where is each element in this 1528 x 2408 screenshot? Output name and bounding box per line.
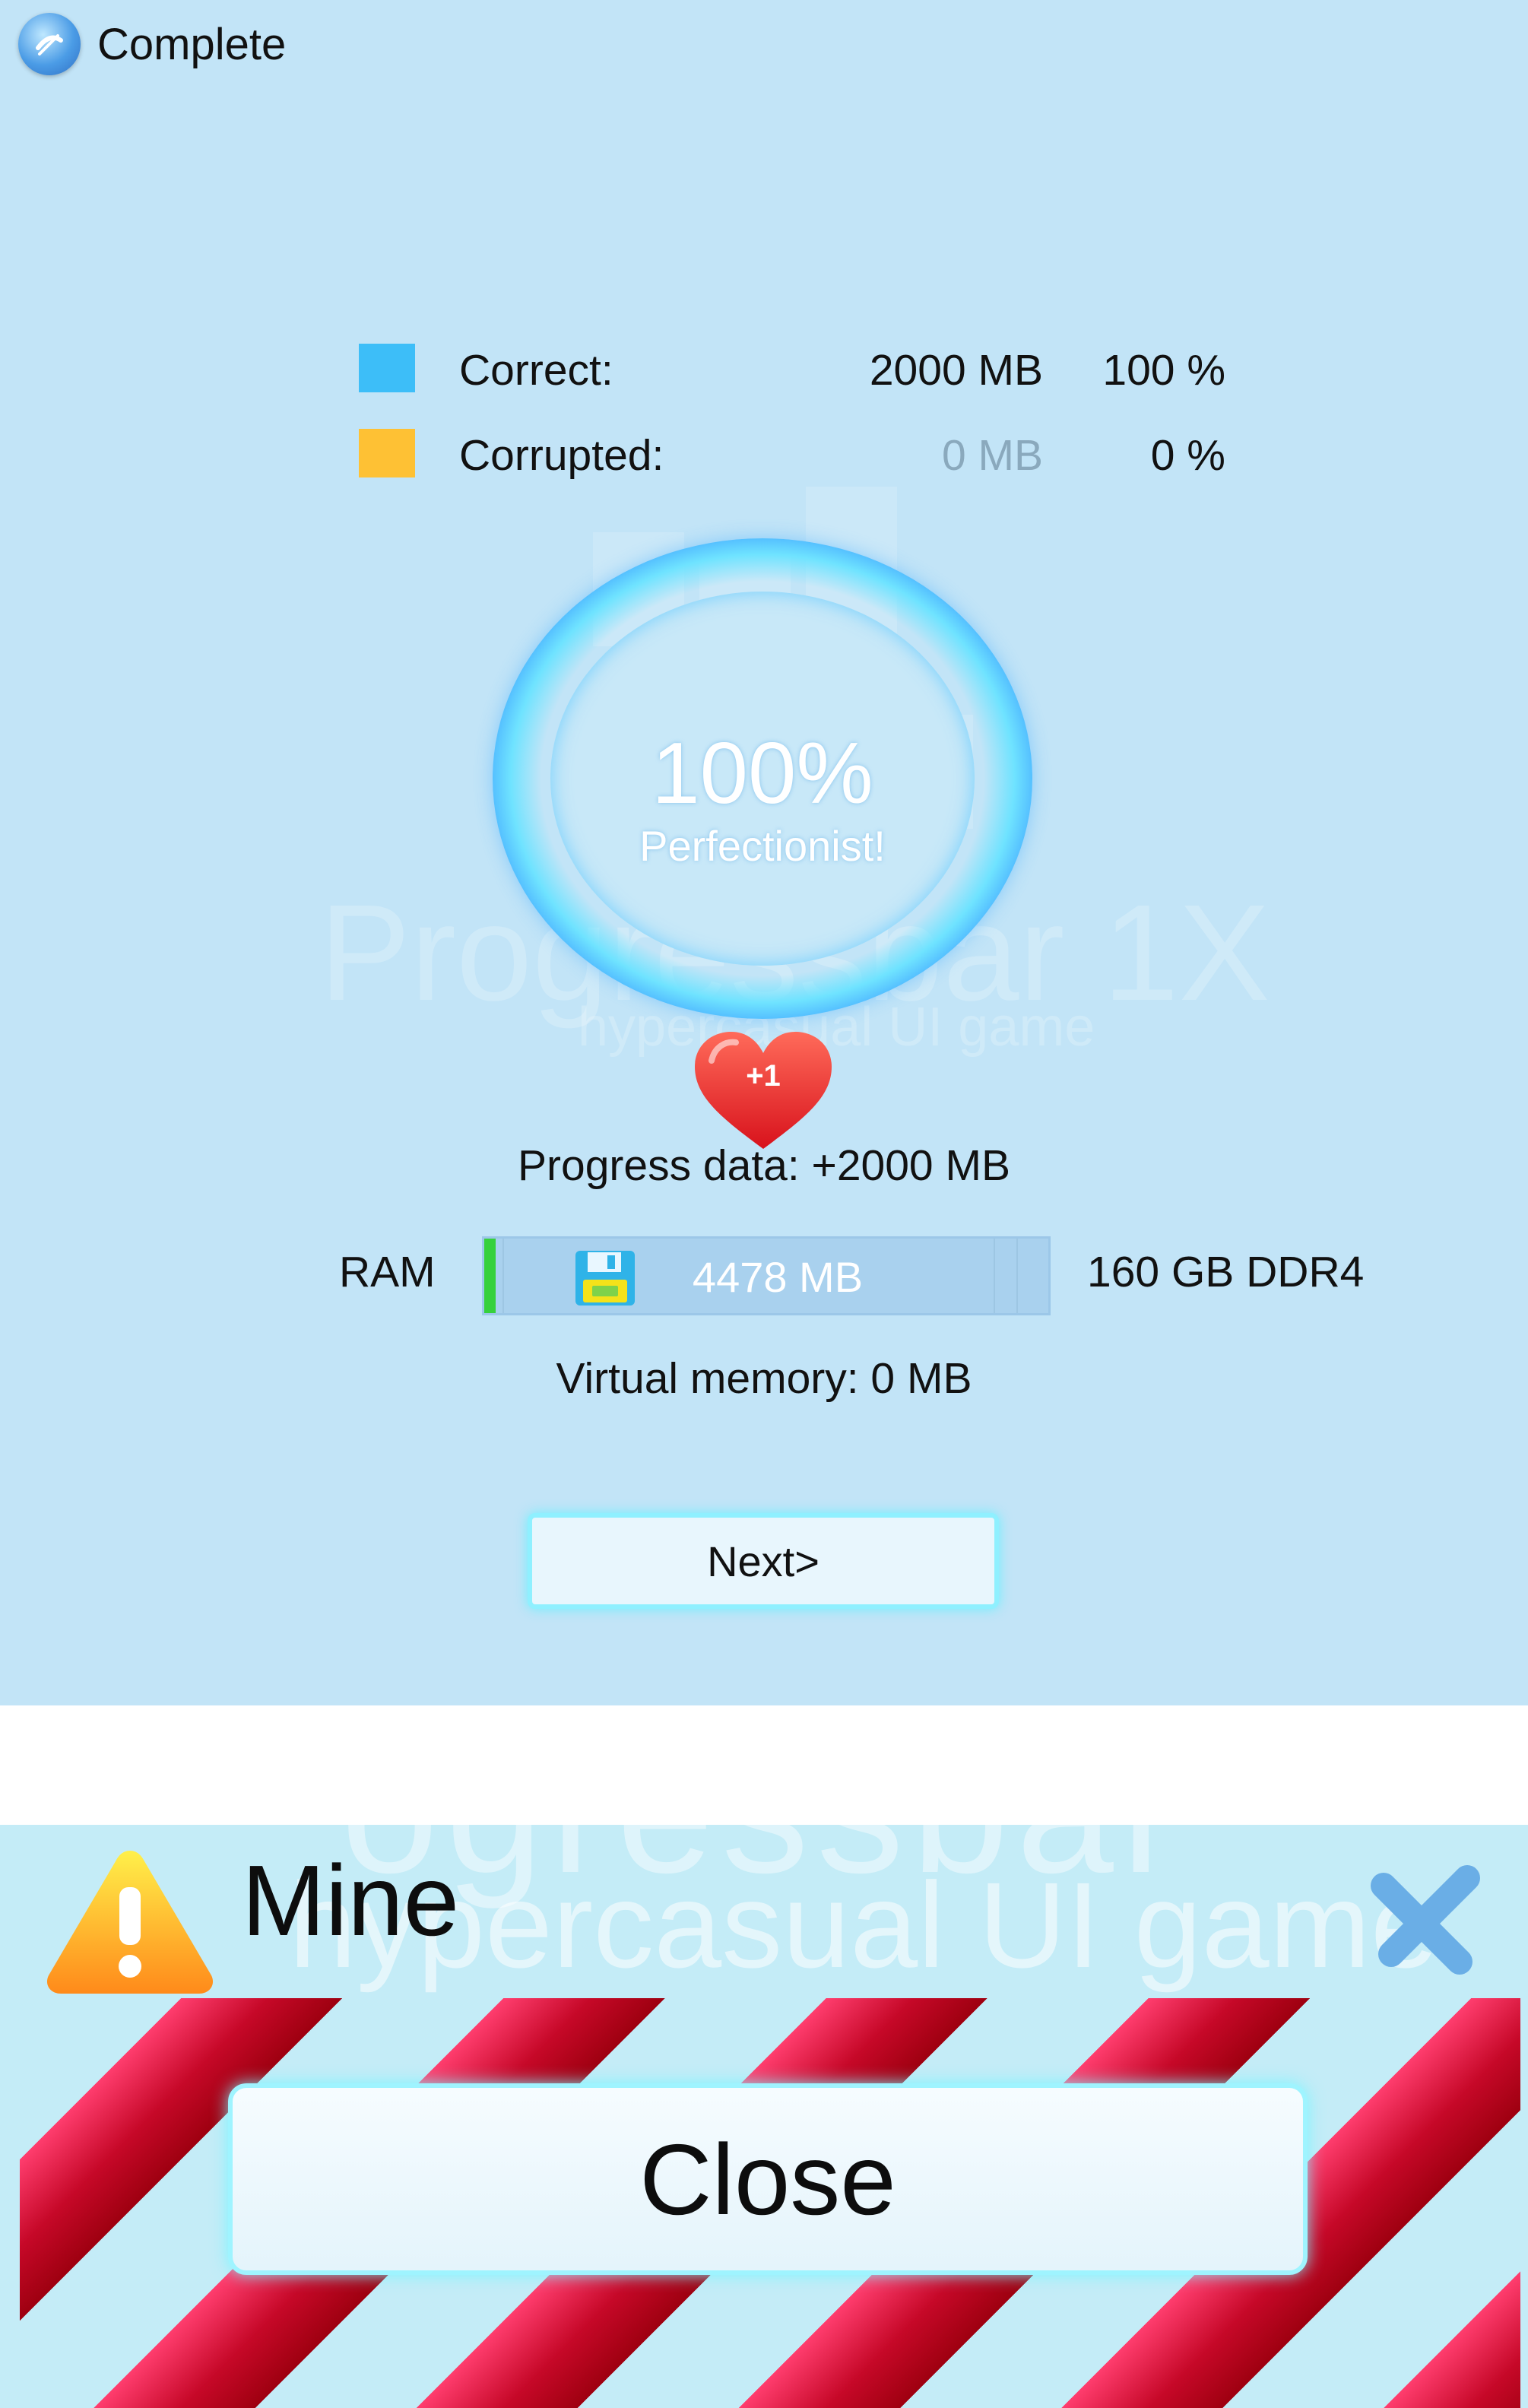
complete-window: Progressbar 1X hypercasual UI game Compl…	[0, 0, 1528, 1705]
legend-label: Correct:	[459, 346, 613, 395]
ram-label: RAM	[339, 1248, 436, 1296]
window-title: Complete	[97, 19, 287, 69]
ring-caption: Perfectionist!	[639, 822, 886, 870]
legend-swatch-correct	[359, 344, 415, 392]
ring-percent: 100%	[651, 725, 873, 822]
heart-badge-label: +1	[746, 1059, 781, 1093]
progress-data-text: Progress data: +2000 MB	[518, 1141, 1010, 1190]
close-button[interactable]: Close	[228, 2083, 1308, 2275]
legend-percent: 0 %	[1150, 431, 1225, 480]
next-button[interactable]: Next>	[528, 1513, 999, 1609]
close-icon[interactable]	[1361, 1855, 1490, 1984]
title-bar: Complete	[18, 13, 287, 75]
warning-icon	[46, 1851, 214, 1994]
mine-window-title: Mine	[242, 1845, 460, 1956]
legend-size: 0 MB	[941, 431, 1043, 480]
legend-size: 2000 MB	[869, 346, 1043, 395]
legend-swatch-corrupted	[359, 429, 415, 477]
ram-value: 4478 MB	[692, 1253, 864, 1301]
ram-usage-bar: 4478 MB	[482, 1236, 1051, 1315]
legend-corrupted: Corrupted: 0 MB 0 %	[359, 426, 1225, 487]
app-logo-icon	[18, 13, 81, 75]
legend-correct: Correct: 2000 MB 100 %	[359, 341, 1225, 401]
heart-bonus-icon: +1	[692, 1030, 835, 1152]
watermark-subtitle: hypercasual UI game	[289, 1857, 1438, 1993]
legend-label: Corrupted:	[459, 431, 664, 480]
app-logo-glyph	[36, 34, 63, 56]
virtual-memory-text: Virtual memory: 0 MB	[556, 1354, 972, 1403]
legend-percent: 100 %	[1102, 346, 1225, 395]
mine-window: ogressbar hypercasual UI game Mine Close	[0, 1825, 1528, 2408]
ram-total: 160 GB DDR4	[1087, 1248, 1365, 1296]
